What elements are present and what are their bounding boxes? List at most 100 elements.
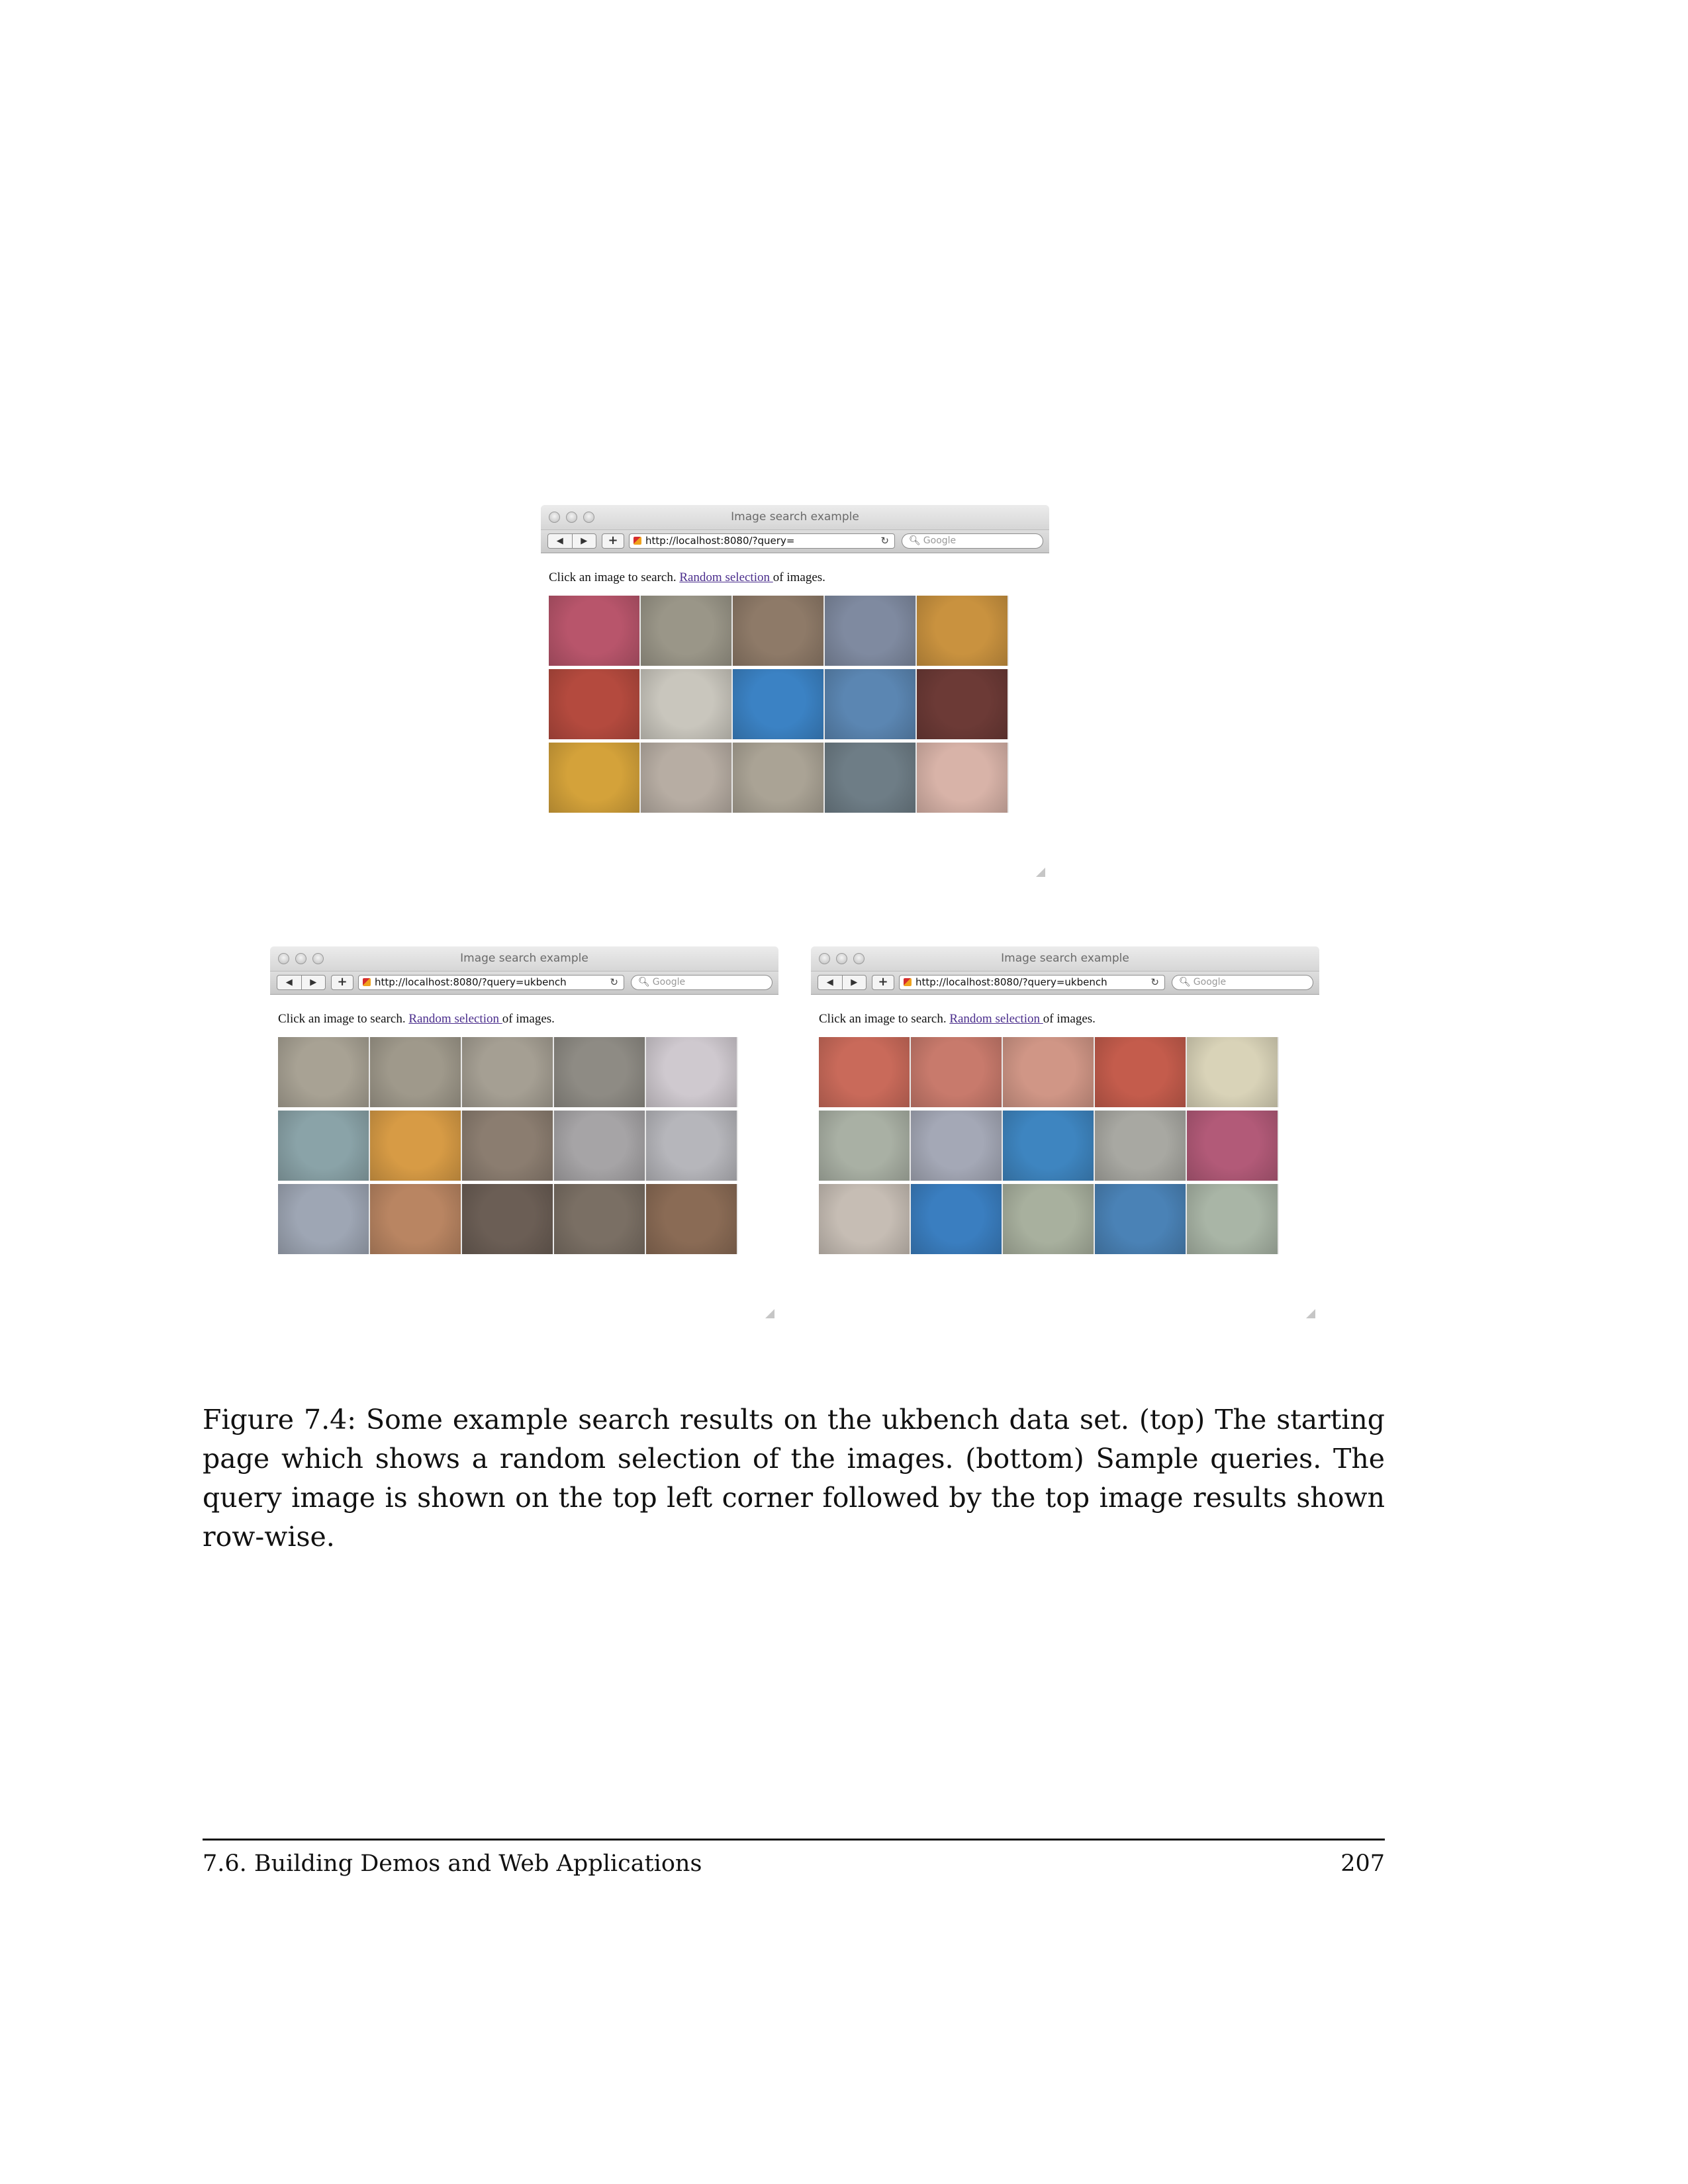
add-bookmark-button[interactable]: + [331, 975, 353, 990]
image-thumbnail[interactable] [1095, 1184, 1187, 1254]
image-thumbnail[interactable] [370, 1037, 462, 1107]
resize-handle-icon[interactable] [765, 1309, 774, 1318]
window-titlebar: Image search example [541, 505, 1049, 530]
search-box[interactable]: 🔍︎ Google [631, 975, 773, 990]
image-thumbnail[interactable] [549, 743, 641, 813]
image-thumbnail[interactable] [1095, 1111, 1187, 1181]
image-thumbnail[interactable] [641, 669, 733, 739]
window-titlebar: Image search example [270, 946, 778, 972]
url-text: http://localhost:8080/?query=ukbench [375, 976, 567, 988]
image-thumbnail[interactable] [1187, 1037, 1279, 1107]
browser-toolbar: ◀ ▶ + http://localhost:8080/?query= ↻ 🔍︎… [541, 530, 1049, 553]
image-thumbnail[interactable] [917, 669, 1009, 739]
search-box[interactable]: 🔍︎ Google [902, 533, 1043, 549]
resize-handle-icon[interactable] [1036, 868, 1045, 877]
search-icon: 🔍︎ [1179, 977, 1191, 987]
image-thumbnail[interactable] [462, 1037, 554, 1107]
thumbnail-grid [278, 1037, 746, 1254]
image-thumbnail[interactable] [917, 596, 1009, 666]
random-selection-link[interactable]: Random selection [949, 1012, 1043, 1026]
reload-icon[interactable]: ↻ [607, 976, 618, 989]
favicon-icon [633, 537, 641, 545]
instruction-suffix: of images. [1043, 1012, 1096, 1026]
image-thumbnail[interactable] [554, 1184, 646, 1254]
favicon-icon [904, 978, 912, 986]
image-thumbnail[interactable] [917, 743, 1009, 813]
image-thumbnail[interactable] [549, 669, 641, 739]
thumbnail-grid [549, 596, 1017, 813]
back-arrow-icon[interactable]: ◀ [548, 534, 573, 548]
image-thumbnail[interactable] [825, 596, 917, 666]
browser-window-query-2: Image search example ◀ ▶ + http://localh… [811, 946, 1319, 1322]
image-thumbnail[interactable] [278, 1111, 370, 1181]
address-bar[interactable]: http://localhost:8080/?query= ↻ [629, 533, 895, 549]
image-thumbnail[interactable] [646, 1111, 738, 1181]
image-thumbnail[interactable] [911, 1184, 1003, 1254]
image-thumbnail[interactable] [549, 596, 641, 666]
instruction-suffix: of images. [773, 570, 825, 584]
image-thumbnail[interactable] [1003, 1184, 1095, 1254]
image-thumbnail[interactable] [641, 596, 733, 666]
image-thumbnail[interactable] [733, 743, 825, 813]
reload-icon[interactable]: ↻ [1148, 976, 1159, 989]
image-thumbnail[interactable] [646, 1037, 738, 1107]
instruction-prefix: Click an image to search. [819, 1012, 950, 1026]
browser-toolbar: ◀ ▶ + http://localhost:8080/?query=ukben… [811, 972, 1319, 995]
image-thumbnail[interactable] [733, 596, 825, 666]
random-selection-link[interactable]: Random selection [679, 570, 773, 584]
window-titlebar: Image search example [811, 946, 1319, 972]
image-thumbnail[interactable] [462, 1111, 554, 1181]
image-thumbnail[interactable] [641, 743, 733, 813]
image-thumbnail[interactable] [911, 1037, 1003, 1107]
thumbnail-grid [819, 1037, 1287, 1254]
add-bookmark-button[interactable]: + [602, 533, 624, 549]
footer-rule [203, 1839, 1385, 1841]
image-thumbnail[interactable] [278, 1184, 370, 1254]
image-thumbnail[interactable] [819, 1111, 911, 1181]
search-icon: 🔍︎ [909, 535, 921, 546]
image-thumbnail[interactable] [1187, 1111, 1279, 1181]
image-thumbnail[interactable] [1003, 1111, 1095, 1181]
add-bookmark-button[interactable]: + [872, 975, 894, 990]
address-bar[interactable]: http://localhost:8080/?query=ukbench ↻ [358, 975, 624, 990]
image-thumbnail[interactable] [554, 1111, 646, 1181]
browser-toolbar: ◀ ▶ + http://localhost:8080/?query=ukben… [270, 972, 778, 995]
random-selection-link[interactable]: Random selection [408, 1012, 502, 1026]
image-thumbnail[interactable] [1095, 1037, 1187, 1107]
search-placeholder: Google [923, 535, 957, 546]
image-thumbnail[interactable] [554, 1037, 646, 1107]
image-thumbnail[interactable] [462, 1184, 554, 1254]
back-arrow-icon[interactable]: ◀ [277, 976, 302, 989]
image-thumbnail[interactable] [733, 669, 825, 739]
image-thumbnail[interactable] [825, 669, 917, 739]
image-thumbnail[interactable] [819, 1184, 911, 1254]
instruction-prefix: Click an image to search. [549, 570, 680, 584]
image-thumbnail[interactable] [278, 1037, 370, 1107]
image-thumbnail[interactable] [1003, 1037, 1095, 1107]
back-forward-buttons: ◀ ▶ [818, 975, 867, 990]
page-content: Click an image to search. Random selecti… [270, 995, 778, 1254]
forward-arrow-icon[interactable]: ▶ [843, 976, 867, 989]
image-thumbnail[interactable] [1187, 1184, 1279, 1254]
image-thumbnail[interactable] [819, 1037, 911, 1107]
image-thumbnail[interactable] [646, 1184, 738, 1254]
back-forward-buttons: ◀ ▶ [547, 533, 596, 549]
browser-window-start-page: Image search example ◀ ▶ + http://localh… [541, 505, 1049, 881]
back-forward-buttons: ◀ ▶ [277, 975, 326, 990]
figure-caption: Figure 7.4: Some example search results … [203, 1404, 1385, 1553]
forward-arrow-icon[interactable]: ▶ [302, 976, 326, 989]
forward-arrow-icon[interactable]: ▶ [573, 534, 596, 548]
resize-handle-icon[interactable] [1306, 1309, 1315, 1318]
instruction-text: Click an image to search. Random selecti… [278, 1012, 778, 1026]
search-box[interactable]: 🔍︎ Google [1172, 975, 1313, 990]
page-number: 207 [1340, 1850, 1385, 1877]
image-thumbnail[interactable] [370, 1184, 462, 1254]
image-thumbnail[interactable] [825, 743, 917, 813]
url-text: http://localhost:8080/?query= [645, 535, 795, 547]
reload-icon[interactable]: ↻ [878, 534, 889, 548]
image-thumbnail[interactable] [911, 1111, 1003, 1181]
image-thumbnail[interactable] [370, 1111, 462, 1181]
back-arrow-icon[interactable]: ◀ [818, 976, 843, 989]
instruction-suffix: of images. [502, 1012, 555, 1026]
address-bar[interactable]: http://localhost:8080/?query=ukbench ↻ [899, 975, 1165, 990]
